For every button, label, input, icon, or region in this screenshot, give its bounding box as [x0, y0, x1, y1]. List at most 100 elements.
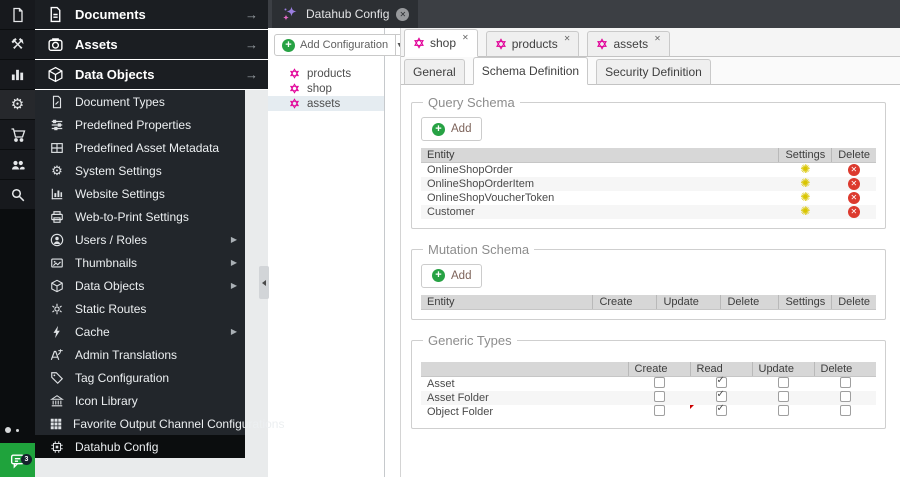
delete-icon[interactable]: ✕ [847, 192, 860, 204]
menu-item-cache[interactable]: Cache ▶ [35, 320, 245, 343]
admin-translations-icon [49, 348, 65, 362]
menu-item-tag-configuration[interactable]: Tag Configuration [35, 366, 245, 389]
add-configuration-button[interactable]: + Add Configuration [274, 34, 397, 56]
menu-item-users-roles[interactable]: Users / Roles ▶ [35, 228, 245, 251]
create-checkbox[interactable] [653, 404, 665, 416]
column-header-delete[interactable]: Delete [720, 294, 780, 310]
close-icon[interactable]: ✕ [564, 34, 571, 43]
create-checkbox[interactable] [653, 390, 665, 402]
tab-shop[interactable]: shop ✕ [404, 29, 478, 57]
read-checkbox[interactable] [715, 375, 727, 388]
settings-gear-icon[interactable]: ✺ [800, 162, 810, 176]
config-tab-strip: shop ✕ products ✕ assets ✕ [401, 28, 900, 57]
subtab-schema-definition[interactable]: Schema Definition [472, 57, 589, 85]
rail-item-file[interactable] [0, 0, 35, 29]
type-label-cell: Asset [421, 376, 628, 391]
cache-lightning-icon [49, 325, 65, 339]
tree-item-products[interactable]: products [268, 66, 384, 81]
delete-checkbox[interactable] [839, 390, 851, 402]
column-header-delete[interactable]: Delete [831, 148, 876, 163]
settings-gear-icon[interactable]: ✺ [800, 190, 810, 204]
close-icon[interactable]: ✕ [462, 33, 469, 42]
menu-item-icon-library[interactable]: Icon Library [35, 389, 245, 412]
menu-item-static-routes[interactable]: Static Routes [35, 297, 245, 320]
menu-item-system-settings[interactable]: ⚙ System Settings [35, 159, 245, 182]
tree-item-assets[interactable]: assets [268, 96, 384, 111]
update-checkbox[interactable] [777, 390, 789, 402]
column-header-delete[interactable]: Delete [814, 361, 876, 377]
settings-submenu: Document Types Predefined Properties Pre… [35, 90, 284, 458]
submenu-arrow-icon: ▶ [230, 327, 237, 336]
create-checkbox[interactable] [653, 376, 665, 388]
menu-item-datahub-config[interactable]: Datahub Config [35, 435, 245, 458]
subtab-general[interactable]: General [404, 59, 465, 85]
reports-icon [10, 67, 25, 82]
menu-header-assets[interactable]: Assets → [35, 30, 268, 59]
tab-assets[interactable]: assets ✕ [587, 31, 670, 57]
delete-icon[interactable]: ✕ [847, 164, 860, 177]
generic-types-table: Create Read Update Delete Asset ✓ Asset … [421, 361, 876, 419]
rail-item-settings[interactable]: ⚙ [0, 90, 35, 119]
menu-item-favorite-output-channel[interactable]: Favorite Output Channel Configurations [35, 412, 284, 435]
menu-header-documents[interactable]: Documents → [35, 0, 268, 29]
rail-item-ecommerce[interactable] [0, 120, 35, 149]
window-tab-datahub-config[interactable]: Datahub Config ✕ [272, 0, 419, 28]
users-roles-icon [49, 233, 65, 247]
column-header-entity[interactable]: Entity [421, 148, 780, 163]
column-header-entity[interactable]: Entity [421, 294, 594, 310]
settings-gear-icon[interactable]: ✺ [800, 176, 810, 190]
delete-checkbox[interactable] [839, 376, 851, 388]
table-row: OnlineShopVoucherToken ✺ ✕ [421, 190, 876, 205]
rail-item-customers[interactable] [0, 150, 35, 179]
subtab-security-definition[interactable]: Security Definition [596, 59, 711, 85]
column-header-delete[interactable]: Delete [831, 294, 876, 310]
static-routes-icon [49, 302, 65, 316]
tree-item-shop[interactable]: shop [268, 81, 384, 96]
graphql-icon [596, 38, 608, 50]
tab-products[interactable]: products ✕ [485, 31, 580, 57]
notification-badge: 3 [21, 453, 32, 465]
settings-gear-icon[interactable]: ✺ [800, 204, 810, 218]
menu-item-predefined-asset-metadata[interactable]: Predefined Asset Metadata [35, 136, 245, 159]
column-header-settings[interactable]: Settings [778, 294, 833, 310]
column-header-create[interactable]: Create [628, 361, 691, 377]
menu-header-label: Data Objects [75, 67, 155, 82]
menu-item-thumbnails[interactable]: Thumbnails ▶ [35, 251, 245, 274]
update-checkbox[interactable] [777, 404, 789, 416]
rail-item-search[interactable] [0, 180, 35, 209]
column-header-settings[interactable]: Settings [778, 148, 833, 163]
table-row: Object Folder [421, 403, 876, 419]
column-header-update[interactable]: Update [656, 294, 722, 310]
arrow-right-icon: → [245, 37, 258, 52]
delete-checkbox[interactable] [839, 404, 851, 416]
read-checkbox[interactable] [715, 389, 727, 402]
tree-toolbar: + Add Configuration ▼ [268, 28, 404, 60]
column-header-update[interactable]: Update [752, 361, 815, 377]
close-icon[interactable]: ✕ [654, 34, 661, 43]
column-header-create[interactable]: Create [592, 294, 658, 310]
menu-item-document-types[interactable]: Document Types [35, 90, 245, 113]
rail-item-reports[interactable] [0, 60, 35, 89]
menu-header-data-objects[interactable]: Data Objects → [35, 60, 268, 89]
mutation-schema-fieldset: Mutation Schema + Add Entity Create Upda… [411, 241, 886, 320]
gear-icon: ⚙ [10, 96, 25, 113]
column-header-blank [421, 361, 629, 377]
rail-item-tools[interactable]: ⚒ [0, 30, 35, 59]
update-checkbox[interactable] [777, 376, 789, 388]
close-icon[interactable]: ✕ [396, 7, 410, 21]
menu-item-predefined-properties[interactable]: Predefined Properties [35, 113, 245, 136]
menu-item-admin-translations[interactable]: Admin Translations [35, 343, 245, 366]
mutation-schema-add-button[interactable]: + Add [421, 263, 483, 288]
notifications-button[interactable]: 3 [0, 443, 35, 477]
graphql-icon [495, 38, 507, 50]
delete-icon[interactable]: ✕ [847, 178, 860, 190]
web-to-print-icon [49, 210, 65, 224]
panel-collapse-handle[interactable] [259, 266, 269, 299]
delete-icon[interactable]: ✕ [847, 206, 860, 218]
menu-item-website-settings[interactable]: Website Settings [35, 182, 245, 205]
query-schema-add-button[interactable]: + Add [421, 117, 483, 141]
menu-item-data-objects[interactable]: Data Objects ▶ [35, 274, 245, 297]
read-checkbox[interactable] [715, 403, 727, 416]
menu-item-web-to-print[interactable]: Web-to-Print Settings [35, 205, 245, 228]
definition-sub-tab-strip: General Schema Definition Security Defin… [401, 57, 900, 85]
